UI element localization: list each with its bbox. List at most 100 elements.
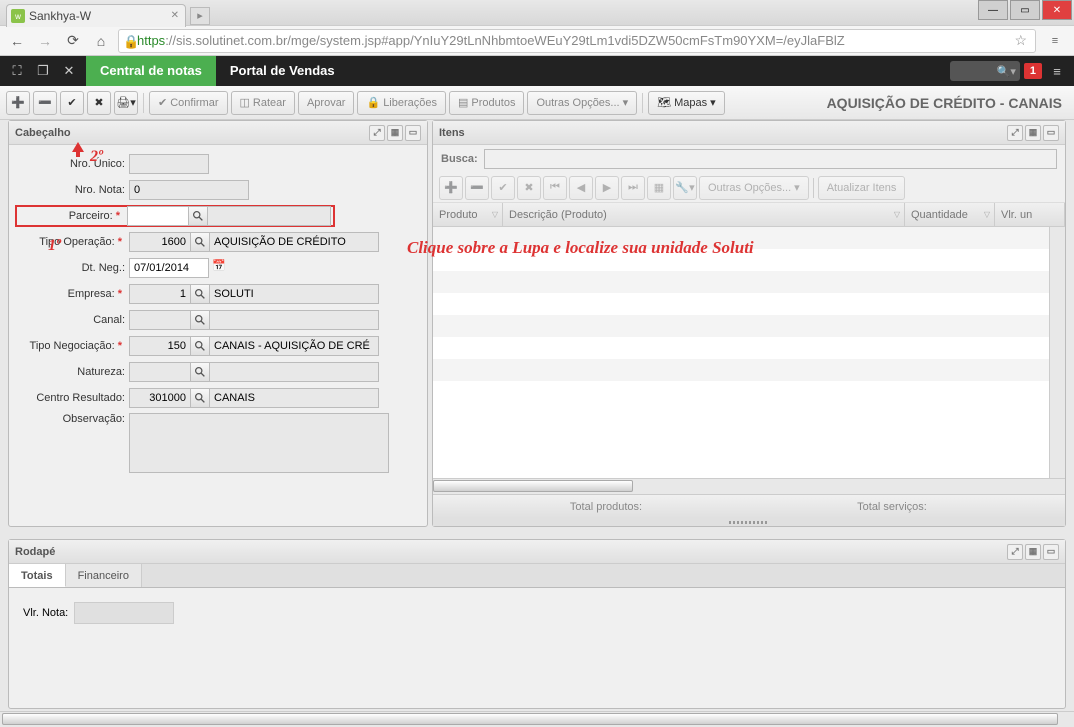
itens-panel: Itens ⤢ ▦ ▭ Busca: ➕ ➖ ✔ ✖ ⏮ ◀ ▶ ⏭ ▦ 🔧▾ … bbox=[432, 120, 1066, 527]
nro-nota-input[interactable] bbox=[129, 180, 249, 200]
vertical-scrollbar[interactable] bbox=[1049, 227, 1065, 478]
browser-tab[interactable]: w Sankhya-W ✕ bbox=[6, 4, 186, 27]
app-tab-central[interactable]: Central de notas bbox=[86, 56, 216, 86]
col-quantidade[interactable]: Quantidade▽ bbox=[905, 203, 995, 226]
magnifier-icon bbox=[195, 367, 205, 377]
produtos-button[interactable]: ▤Produtos bbox=[449, 91, 524, 115]
table-row bbox=[433, 227, 1065, 249]
aprovar-button[interactable]: Aprovar bbox=[298, 91, 355, 115]
notification-badge[interactable]: 1 bbox=[1024, 63, 1042, 79]
col-vlr[interactable]: Vlr. un bbox=[995, 203, 1065, 226]
confirmar-button[interactable]: ✔Confirmar bbox=[149, 91, 228, 115]
url-bar[interactable]: 🔒 https://sis.solutinet.com.br/mge/syste… bbox=[118, 29, 1036, 53]
vlr-nota-label: Vlr. Nota: bbox=[23, 607, 68, 619]
col-descricao[interactable]: Descrição (Produto)▽ bbox=[503, 203, 905, 226]
busca-input[interactable] bbox=[484, 149, 1057, 169]
rodape-title: Rodapé bbox=[15, 546, 55, 558]
panel-expand-icon[interactable]: ⤢ bbox=[369, 125, 385, 141]
item-ok-button[interactable]: ✔ bbox=[491, 176, 515, 200]
remove-button[interactable]: ➖ bbox=[33, 91, 57, 115]
atualizar-itens-button[interactable]: Atualizar Itens bbox=[818, 176, 906, 200]
empresa-input[interactable] bbox=[129, 284, 191, 304]
centro-res-input[interactable] bbox=[129, 388, 191, 408]
favicon-icon: w bbox=[11, 9, 25, 23]
mapas-button[interactable]: 🗺Mapas ▾ bbox=[648, 91, 725, 115]
bookmark-star-icon[interactable]: ☆ bbox=[1010, 32, 1031, 49]
item-remove-button[interactable]: ➖ bbox=[465, 176, 489, 200]
splitter-handle[interactable] bbox=[433, 518, 1065, 526]
item-prev-button[interactable]: ◀ bbox=[569, 176, 593, 200]
col-produto[interactable]: Produto▽ bbox=[433, 203, 503, 226]
panel-layout-icon[interactable]: ▦ bbox=[387, 125, 403, 141]
add-button[interactable]: ➕ bbox=[6, 91, 30, 115]
home-button[interactable]: ⌂ bbox=[90, 30, 112, 52]
cancel-icon-button[interactable]: ✖ bbox=[87, 91, 111, 115]
panel-max-icon[interactable]: ▭ bbox=[1043, 125, 1059, 141]
panel-layout-icon[interactable]: ▦ bbox=[1025, 544, 1041, 560]
required-icon: * bbox=[115, 288, 125, 300]
window-close[interactable]: ✕ bbox=[1042, 0, 1072, 20]
panel-expand-icon[interactable]: ⤢ bbox=[1007, 544, 1023, 560]
horizontal-scrollbar[interactable] bbox=[433, 478, 1065, 494]
canal-input[interactable] bbox=[129, 310, 191, 330]
chrome-menu-icon[interactable]: ≡ bbox=[1042, 30, 1068, 52]
page-horizontal-scrollbar[interactable] bbox=[0, 711, 1074, 727]
scrollbar-thumb[interactable] bbox=[2, 713, 1058, 725]
confirm-icon-button[interactable]: ✔ bbox=[60, 91, 84, 115]
new-tab-button[interactable]: ▸ bbox=[190, 7, 210, 25]
tipo-oper-lookup-button[interactable] bbox=[190, 232, 210, 252]
magnifier-icon bbox=[195, 289, 205, 299]
parceiro-lookup-button[interactable] bbox=[188, 206, 208, 226]
item-add-button[interactable]: ➕ bbox=[439, 176, 463, 200]
tipo-oper-input[interactable] bbox=[129, 232, 191, 252]
print-button[interactable]: 🖨▾ bbox=[114, 91, 138, 115]
item-last-button[interactable]: ⏭ bbox=[621, 176, 645, 200]
tipo-neg-input[interactable] bbox=[129, 336, 191, 356]
panel-max-icon[interactable]: ▭ bbox=[405, 125, 421, 141]
item-next-button[interactable]: ▶ bbox=[595, 176, 619, 200]
panel-expand-icon[interactable]: ⤢ bbox=[1007, 125, 1023, 141]
item-first-button[interactable]: ⏮ bbox=[543, 176, 567, 200]
forward-button[interactable]: → bbox=[34, 30, 56, 52]
filter-icon[interactable]: ▽ bbox=[984, 210, 990, 219]
tab-totais[interactable]: Totais bbox=[9, 564, 66, 587]
app-menu-icon[interactable]: ≡ bbox=[1046, 60, 1068, 82]
item-tool-button[interactable]: 🔧▾ bbox=[673, 176, 697, 200]
app-search[interactable]: 🔍▾ bbox=[950, 61, 1020, 81]
outras-opcoes-button[interactable]: Outras Opções... ▾ bbox=[527, 91, 637, 115]
scrollbar-thumb[interactable] bbox=[433, 480, 633, 492]
ratear-button[interactable]: ◫Ratear bbox=[231, 91, 295, 115]
liberacoes-button[interactable]: 🔒Liberações bbox=[357, 91, 446, 115]
close-app-icon[interactable]: ✕ bbox=[58, 60, 80, 82]
windows-icon[interactable]: ❐ bbox=[32, 60, 54, 82]
window-minimize[interactable]: — bbox=[978, 0, 1008, 20]
natureza-input[interactable] bbox=[129, 362, 191, 382]
calendar-icon[interactable]: 📅 bbox=[212, 259, 230, 277]
canal-lookup-button[interactable] bbox=[190, 310, 210, 330]
centro-res-lookup-button[interactable] bbox=[190, 388, 210, 408]
table-row bbox=[433, 359, 1065, 381]
item-grid-button[interactable]: ▦ bbox=[647, 176, 671, 200]
empresa-lookup-button[interactable] bbox=[190, 284, 210, 304]
tipo-neg-lookup-button[interactable] bbox=[190, 336, 210, 356]
item-cancel-button[interactable]: ✖ bbox=[517, 176, 541, 200]
item-outras-button[interactable]: Outras Opções... ▾ bbox=[699, 176, 809, 200]
window-maximize[interactable]: ▭ bbox=[1010, 0, 1040, 20]
tab-financeiro[interactable]: Financeiro bbox=[66, 564, 142, 587]
fullscreen-icon[interactable]: ⛶ bbox=[6, 60, 28, 82]
filter-icon[interactable]: ▽ bbox=[894, 210, 900, 219]
parceiro-input[interactable] bbox=[127, 206, 189, 226]
natureza-lookup-button[interactable] bbox=[190, 362, 210, 382]
close-tab-icon[interactable]: ✕ bbox=[171, 10, 179, 21]
centro-res-desc: CANAIS bbox=[209, 388, 379, 408]
dt-neg-input[interactable] bbox=[129, 258, 209, 278]
app-tab-portal[interactable]: Portal de Vendas bbox=[216, 56, 349, 86]
nro-unico-input[interactable] bbox=[129, 154, 209, 174]
itens-grid-header: Produto▽ Descrição (Produto)▽ Quantidade… bbox=[433, 203, 1065, 227]
panel-max-icon[interactable]: ▭ bbox=[1043, 544, 1059, 560]
filter-icon[interactable]: ▽ bbox=[492, 210, 498, 219]
reload-button[interactable]: ⟳ bbox=[62, 30, 84, 52]
back-button[interactable]: ← bbox=[6, 30, 28, 52]
observacao-textarea[interactable] bbox=[129, 413, 389, 473]
panel-layout-icon[interactable]: ▦ bbox=[1025, 125, 1041, 141]
